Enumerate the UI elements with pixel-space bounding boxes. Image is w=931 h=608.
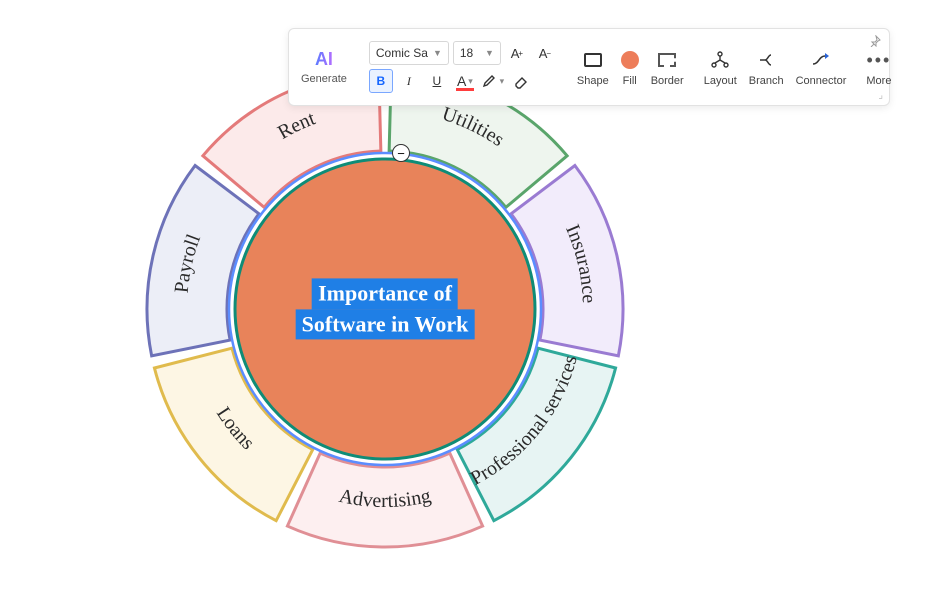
ai-label: Generate [301, 73, 347, 85]
eraser-icon [513, 73, 529, 89]
center-title-line1: Importance of [312, 278, 458, 309]
connector-button[interactable]: Connector [792, 35, 851, 99]
highlighter-icon [482, 73, 498, 89]
resize-corner-icon: ⌟ [878, 90, 883, 101]
fill-circle-icon [621, 51, 639, 69]
clear-formatting-button[interactable] [509, 69, 533, 93]
italic-button[interactable]: I [397, 69, 421, 93]
chevron-down-icon: ▾ [500, 76, 505, 87]
chevron-down-icon: ▼ [433, 48, 442, 58]
underline-button[interactable]: U [425, 69, 449, 93]
center-title[interactable]: Importance of Software in Work [296, 278, 475, 339]
increase-font-button[interactable]: A+ [505, 41, 529, 65]
layout-icon [710, 50, 730, 70]
branch-icon [756, 50, 776, 70]
shape-button[interactable]: Shape [573, 35, 613, 99]
decrease-font-button[interactable]: A− [533, 41, 557, 65]
floating-toolbar: AI Generate Comic Sa ▼ 18 ▼ A+ A− B I U [288, 28, 890, 106]
ai-generate-button[interactable]: AI Generate [295, 35, 353, 99]
chevron-down-icon: ▼ [485, 48, 494, 58]
font-family-select[interactable]: Comic Sa ▼ [369, 41, 449, 65]
font-size-select[interactable]: 18 ▼ [453, 41, 501, 65]
bold-button[interactable]: B [369, 69, 393, 93]
collapse-handle[interactable]: − [392, 144, 410, 162]
pin-icon [869, 35, 881, 47]
chevron-down-icon: ▾ [468, 76, 473, 87]
center-title-line2: Software in Work [296, 309, 475, 340]
pin-toolbar-button[interactable] [869, 35, 881, 50]
sunburst-diagram: Rent Utilities Insurance Professional se… [140, 64, 630, 554]
highlight-button[interactable]: ▾ [481, 69, 505, 93]
connector-icon [810, 50, 832, 70]
border-button[interactable]: Border [647, 35, 688, 99]
font-color-button[interactable]: A▾ [453, 69, 477, 93]
branch-button[interactable]: Branch [745, 35, 788, 99]
minus-icon: − [397, 147, 405, 160]
border-icon [658, 53, 676, 67]
ai-icon: AI [315, 49, 333, 69]
rectangle-icon [584, 53, 602, 67]
fill-button[interactable]: Fill [617, 35, 643, 99]
layout-button[interactable]: Layout [700, 35, 741, 99]
more-icon: ••• [866, 47, 891, 73]
font-family-value: Comic Sa [376, 46, 428, 60]
font-size-value: 18 [460, 46, 473, 60]
